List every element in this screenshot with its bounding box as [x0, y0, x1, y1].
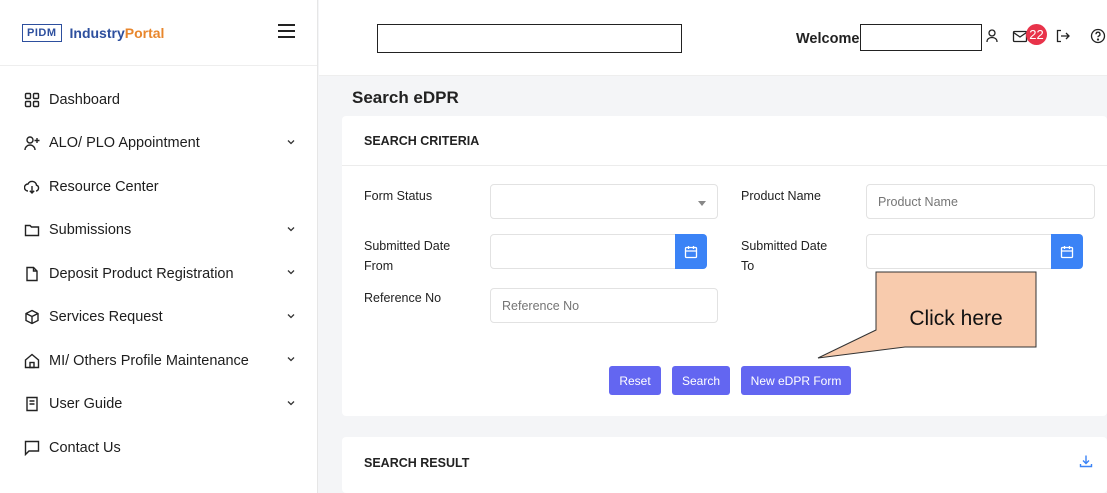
box-icon: [24, 309, 40, 325]
cloud-download-icon: [24, 179, 40, 195]
callout-text: Click here: [909, 306, 1003, 330]
search-criteria-card: SEARCH CRITERIA Form Status Product Name…: [342, 116, 1107, 416]
home-icon: [24, 353, 40, 369]
caret-down-icon: [698, 201, 706, 206]
sidebar-item-label: Deposit Product Registration: [49, 265, 234, 282]
sidebar-item-label: ALO/ PLO Appointment: [49, 135, 200, 152]
form-status-label: Form Status: [364, 189, 433, 203]
sidebar-item-user-guide[interactable]: User Guide: [0, 383, 317, 427]
book-icon: [24, 396, 40, 412]
help-icon[interactable]: [1090, 28, 1106, 44]
search-result-title: SEARCH RESULT: [364, 456, 470, 470]
user-icon[interactable]: [984, 28, 1000, 44]
calendar-to-button[interactable]: [1051, 234, 1083, 269]
brand-header: PIDM IndustryPortal: [0, 0, 317, 66]
sidebar-item-label: User Guide: [49, 396, 123, 413]
welcome-user-field[interactable]: [860, 24, 982, 51]
sidebar-item-contact-us[interactable]: Contact Us: [0, 426, 317, 470]
chevron-down-icon[interactable]: [287, 312, 295, 320]
sidebar-item-label: Submissions: [49, 222, 132, 239]
search-result-card: SEARCH RESULT: [342, 437, 1107, 493]
header-search-input[interactable]: [377, 24, 682, 53]
sidebar-item-mi-others-profile-maintenance[interactable]: MI/ Others Profile Maintenance: [0, 339, 317, 383]
brand-name: IndustryPortal: [70, 25, 165, 41]
hamburger-menu-icon[interactable]: [278, 24, 295, 38]
sidebar-item-resource-center[interactable]: Resource Center: [0, 165, 317, 209]
add-user-icon: [24, 135, 40, 151]
brand-name-part2: Portal: [124, 24, 165, 41]
chevron-down-icon[interactable]: [287, 138, 295, 146]
sidebar-nav: Dashboard ALO/ PLO Appointment Resource …: [0, 66, 317, 470]
folder-icon: [24, 222, 40, 238]
sidebar-item-label: MI/ Others Profile Maintenance: [49, 352, 249, 369]
dashboard-grid-icon: [24, 92, 40, 108]
top-header: Welcome 22: [319, 0, 1107, 76]
sidebar-item-deposit-product-registration[interactable]: Deposit Product Registration: [0, 252, 317, 296]
search-criteria-title: SEARCH CRITERIA: [342, 116, 1107, 166]
submitted-date-to-label: Submitted Date To: [741, 239, 828, 273]
new-edpr-form-button[interactable]: New eDPR Form: [741, 366, 851, 395]
calendar-from-button[interactable]: [675, 234, 707, 269]
file-icon: [24, 266, 40, 282]
reference-no-input[interactable]: [490, 288, 718, 323]
reference-no-label: Reference No: [364, 291, 442, 305]
pidm-logo[interactable]: PIDM: [22, 23, 62, 42]
download-icon[interactable]: [1079, 454, 1093, 468]
chevron-down-icon[interactable]: [287, 268, 295, 276]
sidebar-item-services-request[interactable]: Services Request: [0, 296, 317, 340]
submitted-date-from-label: Submitted Date From: [364, 239, 451, 273]
submitted-date-from-input[interactable]: [490, 234, 676, 269]
page-title: Search eDPR: [352, 88, 459, 107]
sidebar: PIDM IndustryPortal Dashboard ALO/ PLO A…: [0, 0, 318, 493]
notification-badge[interactable]: 22: [1026, 24, 1047, 45]
brand-name-part1: Industry: [69, 24, 125, 41]
sidebar-item-label: Resource Center: [49, 178, 159, 195]
reset-button[interactable]: Reset: [609, 366, 661, 395]
chevron-down-icon[interactable]: [287, 399, 295, 407]
chevron-down-icon[interactable]: [287, 225, 295, 233]
message-icon: [24, 440, 40, 456]
sidebar-item-label: Dashboard: [49, 91, 120, 108]
product-name-input[interactable]: [866, 184, 1095, 219]
chevron-down-icon[interactable]: [287, 355, 295, 363]
logout-icon[interactable]: [1055, 28, 1071, 44]
product-name-label: Product Name: [741, 189, 821, 203]
sidebar-item-label: Services Request: [49, 309, 163, 326]
calendar-icon: [1060, 245, 1074, 258]
sidebar-item-label: Contact Us: [49, 439, 121, 456]
form-status-select[interactable]: [490, 184, 718, 219]
sidebar-item-submissions[interactable]: Submissions: [0, 209, 317, 253]
welcome-label: Welcome: [796, 31, 860, 47]
submitted-date-to-input[interactable]: [866, 234, 1052, 269]
search-button[interactable]: Search: [672, 366, 730, 395]
sidebar-item-alo-plo-appointment[interactable]: ALO/ PLO Appointment: [0, 122, 317, 166]
calendar-icon: [684, 245, 698, 258]
sidebar-item-dashboard[interactable]: Dashboard: [0, 78, 317, 122]
